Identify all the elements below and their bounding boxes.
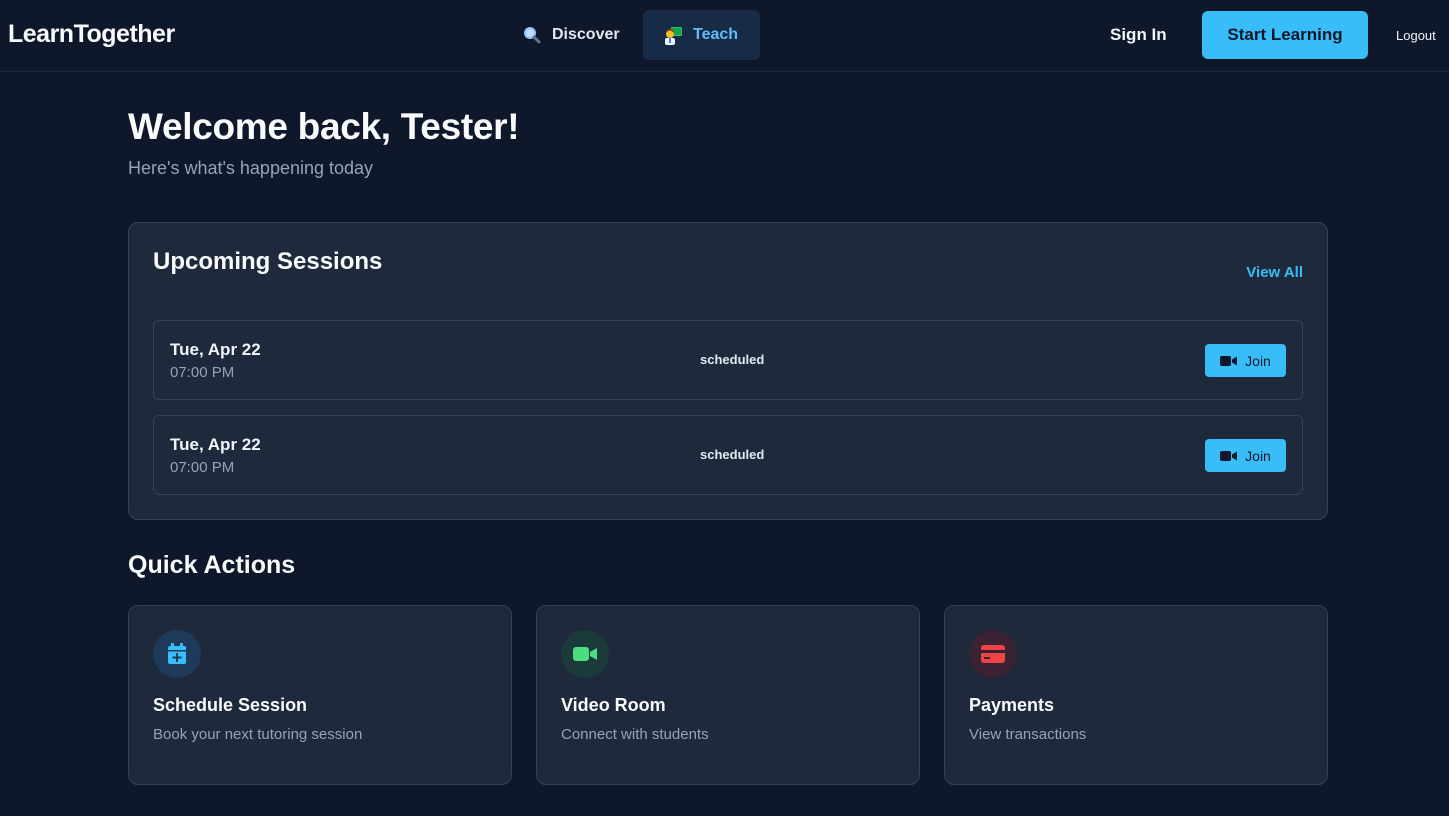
credit-card-icon <box>969 630 1017 678</box>
join-session-button[interactable]: Join <box>1205 344 1286 377</box>
quick-actions-title: Quick Actions <box>128 551 296 579</box>
video-camera-icon <box>1220 355 1238 367</box>
join-label: Join <box>1245 352 1271 369</box>
logout-link[interactable]: Logout <box>1396 28 1436 43</box>
session-row: Tue, Apr 22 07:00 PM scheduled Join <box>153 415 1303 495</box>
nav-discover[interactable]: Discover <box>502 10 640 60</box>
page-subtitle: Here's what's happening today <box>128 158 374 178</box>
video-camera-icon <box>561 630 609 678</box>
view-all-link[interactable]: View All <box>1246 264 1303 281</box>
brand-logo[interactable]: LearnTogether <box>8 20 175 49</box>
top-navigation-bar: LearnTogether Discover Teach Sign In Sta… <box>0 0 1449 72</box>
video-room-card[interactable]: Video Room Connect with students <box>536 605 920 785</box>
nav-discover-label: Discover <box>552 26 620 43</box>
video-camera-icon <box>1220 450 1238 462</box>
upcoming-sessions-panel: Upcoming Sessions View All Tue, Apr 22 0… <box>128 222 1328 520</box>
start-learning-button[interactable]: Start Learning <box>1202 11 1368 59</box>
sign-in-link[interactable]: Sign In <box>1110 25 1167 45</box>
calendar-plus-icon <box>153 630 201 678</box>
card-description: View transactions <box>969 726 1087 743</box>
join-session-button[interactable]: Join <box>1205 439 1286 472</box>
magnifying-glass-icon <box>522 26 542 44</box>
page-title: Welcome back, Tester! <box>128 106 520 147</box>
session-row: Tue, Apr 22 07:00 PM scheduled Join <box>153 320 1303 400</box>
card-description: Book your next tutoring session <box>153 726 363 743</box>
schedule-session-card[interactable]: Schedule Session Book your next tutoring… <box>128 605 512 785</box>
session-time: 07:00 PM <box>170 459 235 476</box>
card-description: Connect with students <box>561 726 709 743</box>
session-status: scheduled <box>700 447 765 462</box>
join-label: Join <box>1245 447 1271 464</box>
nav-teach[interactable]: Teach <box>643 10 760 60</box>
session-status: scheduled <box>700 352 765 367</box>
card-title: Schedule Session <box>153 695 308 715</box>
teacher-icon <box>663 26 683 45</box>
session-date: Tue, Apr 22 <box>170 435 261 454</box>
card-title: Payments <box>969 695 1055 715</box>
nav-teach-label: Teach <box>693 26 739 43</box>
card-title: Video Room <box>561 695 666 715</box>
session-time: 07:00 PM <box>170 364 235 381</box>
upcoming-sessions-title: Upcoming Sessions <box>153 248 383 275</box>
payments-card[interactable]: Payments View transactions <box>944 605 1328 785</box>
session-date: Tue, Apr 22 <box>170 340 261 359</box>
